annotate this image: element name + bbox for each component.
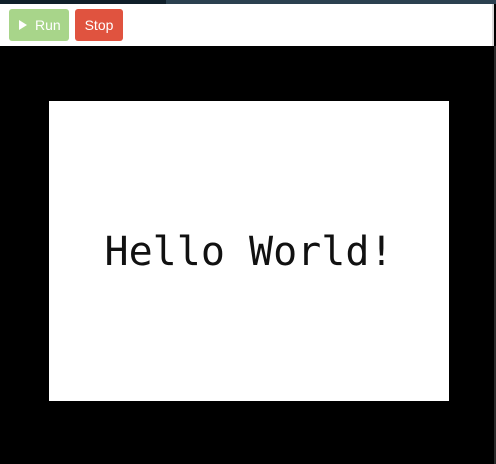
run-button[interactable]: Run bbox=[9, 9, 69, 41]
canvas-text: Hello World! bbox=[104, 229, 394, 275]
stop-button-label: Stop bbox=[84, 17, 114, 33]
toolbar: Run Stop bbox=[0, 4, 494, 46]
run-button-label: Run bbox=[35, 17, 61, 33]
output-canvas[interactable]: Hello World! bbox=[49, 101, 449, 401]
stop-button[interactable]: Stop bbox=[75, 9, 123, 41]
play-icon bbox=[19, 20, 27, 30]
